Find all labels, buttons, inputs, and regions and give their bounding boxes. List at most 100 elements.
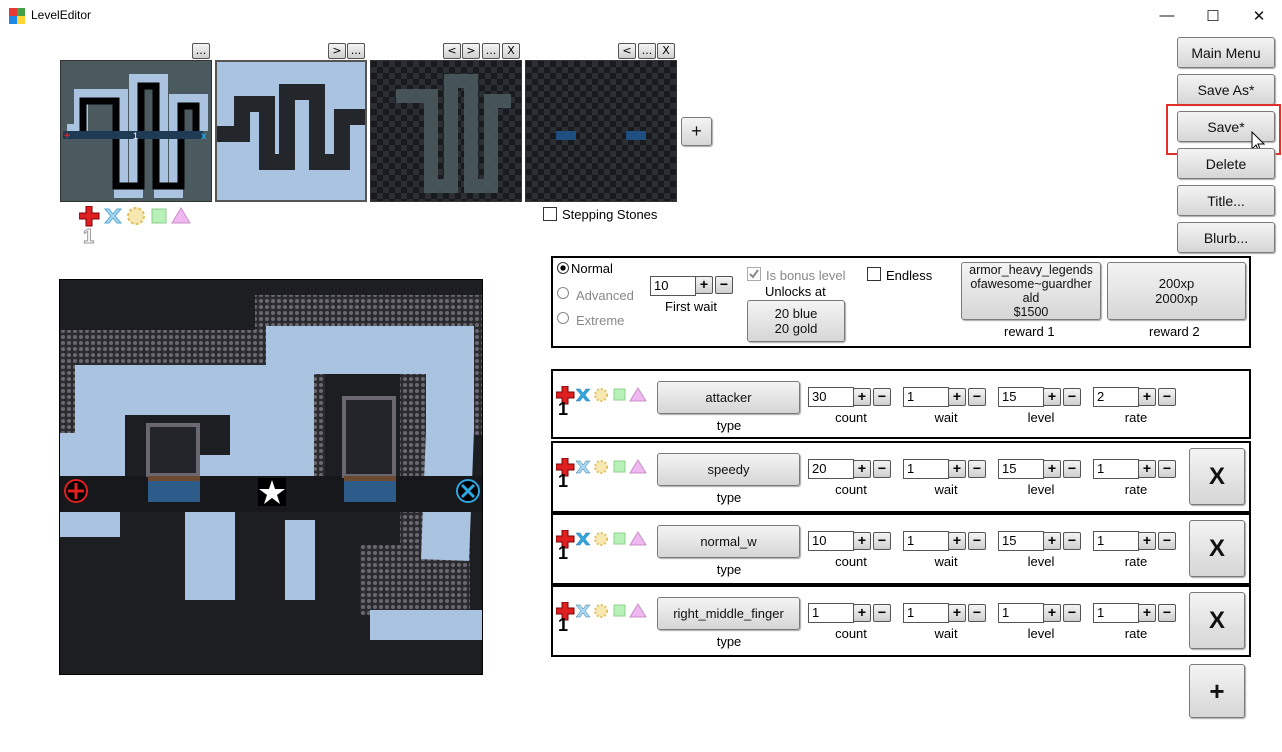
layer-3-delete-button[interactable]: X — [502, 43, 520, 59]
wave-type-button[interactable]: attacker — [657, 381, 800, 414]
wave-level-minus-button[interactable]: − — [1063, 460, 1081, 478]
unlock-gold-text: 20 gold — [774, 321, 818, 336]
layer-2-more-button[interactable]: ... — [347, 43, 365, 59]
minimize-button[interactable]: — — [1144, 0, 1190, 31]
wave-level-plus-button[interactable]: + — [1043, 532, 1061, 550]
unlocks-at-button[interactable]: 20 blue 20 gold — [747, 300, 845, 342]
wave-count-minus-button[interactable]: − — [873, 388, 891, 406]
add-layer-button[interactable]: + — [681, 117, 712, 146]
wave-level-plus-button[interactable]: + — [1043, 388, 1061, 406]
wave-level-minus-button[interactable]: − — [1063, 388, 1081, 406]
layer-2-next-button[interactable]: > — [328, 43, 346, 59]
layer-4-prev-button[interactable]: < — [618, 43, 636, 59]
first-wait-minus-button[interactable]: − — [715, 276, 733, 294]
layer-4-more-button[interactable]: ... — [638, 43, 656, 59]
wave-count-plus-button[interactable]: + — [853, 388, 871, 406]
wave-level-plus-button[interactable]: + — [1043, 604, 1061, 622]
blurb-button[interactable]: Blurb... — [1177, 222, 1275, 253]
layer-3-prev-button[interactable]: < — [443, 43, 461, 59]
wave-wait-input[interactable]: 1 — [903, 387, 949, 407]
level-map-canvas[interactable] — [59, 279, 483, 675]
delete-wave-button[interactable]: X — [1189, 520, 1245, 577]
wave-wait-plus-button[interactable]: + — [948, 532, 966, 550]
wave-level-input[interactable]: 15 — [998, 387, 1044, 407]
wave-count-minus-button[interactable]: − — [873, 604, 891, 622]
delete-button[interactable]: Delete — [1177, 148, 1275, 179]
stepping-stones-checkbox[interactable] — [543, 207, 557, 221]
wave-count-label: count — [835, 626, 867, 641]
wave-rate-minus-button[interactable]: − — [1158, 604, 1176, 622]
endless-checkbox[interactable] — [867, 267, 881, 281]
wave-wait-plus-button[interactable]: + — [948, 388, 966, 406]
svg-text:+: + — [64, 130, 70, 142]
wave-wait-minus-button[interactable]: − — [968, 532, 986, 550]
wave-wait-input[interactable]: 1 — [903, 459, 949, 479]
wave-count-input[interactable]: 1 — [808, 603, 854, 623]
wave-rate-plus-button[interactable]: + — [1138, 388, 1156, 406]
bonus-level-checkbox[interactable] — [747, 267, 761, 281]
wave-count-input[interactable]: 10 — [808, 531, 854, 551]
wave-count-plus-button[interactable]: + — [853, 532, 871, 550]
wave-type-button[interactable]: speedy — [657, 453, 800, 486]
wave-rate-minus-button[interactable]: − — [1158, 460, 1176, 478]
first-wait-plus-button[interactable]: + — [695, 276, 713, 294]
delete-wave-button[interactable]: X — [1189, 592, 1245, 649]
wave-marker-number: 1 — [558, 399, 569, 419]
wave-wait-plus-button[interactable]: + — [948, 604, 966, 622]
wave-rate-plus-button[interactable]: + — [1138, 604, 1156, 622]
layer-thumbnail-3[interactable] — [370, 60, 522, 202]
close-window-button[interactable]: ✕ — [1236, 0, 1282, 31]
layer-4-delete-button[interactable]: X — [657, 43, 675, 59]
maximize-button[interactable]: ☐ — [1190, 0, 1236, 31]
wave-level-minus-button[interactable]: − — [1063, 532, 1081, 550]
add-wave-button[interactable]: + — [1189, 664, 1245, 718]
wave-level-input[interactable]: 1 — [998, 603, 1044, 623]
wave-marker-number: 1 — [558, 543, 569, 563]
main-menu-button[interactable]: Main Menu — [1177, 37, 1275, 68]
wave-rate-label: rate — [1124, 554, 1148, 569]
layer-thumbnail-2[interactable] — [215, 60, 367, 202]
wave-wait-input[interactable]: 1 — [903, 603, 949, 623]
wave-wait-minus-button[interactable]: − — [968, 460, 986, 478]
difficulty-normal-radio[interactable] — [557, 262, 569, 274]
reward-1-button[interactable]: armor_heavy_legends ofawesome~guardher a… — [961, 262, 1101, 320]
wave-count-input[interactable]: 20 — [808, 459, 854, 479]
wave-count-input[interactable]: 30 — [808, 387, 854, 407]
reward-2-button[interactable]: 200xp 2000xp — [1107, 262, 1246, 320]
title-button[interactable]: Title... — [1177, 185, 1275, 216]
wave-level-input[interactable]: 15 — [998, 531, 1044, 551]
wave-rate-minus-button[interactable]: − — [1158, 388, 1176, 406]
difficulty-extreme-radio[interactable] — [557, 312, 569, 324]
first-wait-input[interactable]: 10 — [650, 276, 696, 296]
layer-thumbnail-1[interactable]: + x 1 — [60, 60, 212, 202]
wave-rate-input[interactable]: 1 — [1093, 459, 1139, 479]
wave-count-plus-button[interactable]: + — [853, 460, 871, 478]
wave-rate-plus-button[interactable]: + — [1138, 460, 1156, 478]
wave-type-button[interactable]: normal_w — [657, 525, 800, 558]
wave-level-plus-button[interactable]: + — [1043, 460, 1061, 478]
wave-count-plus-button[interactable]: + — [853, 604, 871, 622]
layer-1-more-button[interactable]: ... — [192, 43, 210, 59]
wave-rate-input[interactable]: 2 — [1093, 387, 1139, 407]
wave-rate-plus-button[interactable]: + — [1138, 532, 1156, 550]
delete-wave-button[interactable]: X — [1189, 448, 1245, 505]
wave-rate-minus-button[interactable]: − — [1158, 532, 1176, 550]
wave-rate-input[interactable]: 1 — [1093, 531, 1139, 551]
wave-wait-input[interactable]: 1 — [903, 531, 949, 551]
wave-count-minus-button[interactable]: − — [873, 460, 891, 478]
wave-count-minus-button[interactable]: − — [873, 532, 891, 550]
layer-3-more-button[interactable]: ... — [482, 43, 500, 59]
unlock-blue-text: 20 blue — [774, 306, 818, 321]
save-as-button[interactable]: Save As* — [1177, 74, 1275, 105]
wave-type-button[interactable]: right_middle_finger — [657, 597, 800, 630]
wave-wait-minus-button[interactable]: − — [968, 604, 986, 622]
wave-wait-plus-button[interactable]: + — [948, 460, 966, 478]
wave-rate-input[interactable]: 1 — [1093, 603, 1139, 623]
wave-level-input[interactable]: 15 — [998, 459, 1044, 479]
layer-thumbnail-4[interactable] — [525, 60, 677, 202]
gear-marker-icon — [127, 207, 145, 225]
difficulty-advanced-radio[interactable] — [557, 287, 569, 299]
wave-wait-minus-button[interactable]: − — [968, 388, 986, 406]
wave-level-minus-button[interactable]: − — [1063, 604, 1081, 622]
layer-3-next-button[interactable]: > — [462, 43, 480, 59]
